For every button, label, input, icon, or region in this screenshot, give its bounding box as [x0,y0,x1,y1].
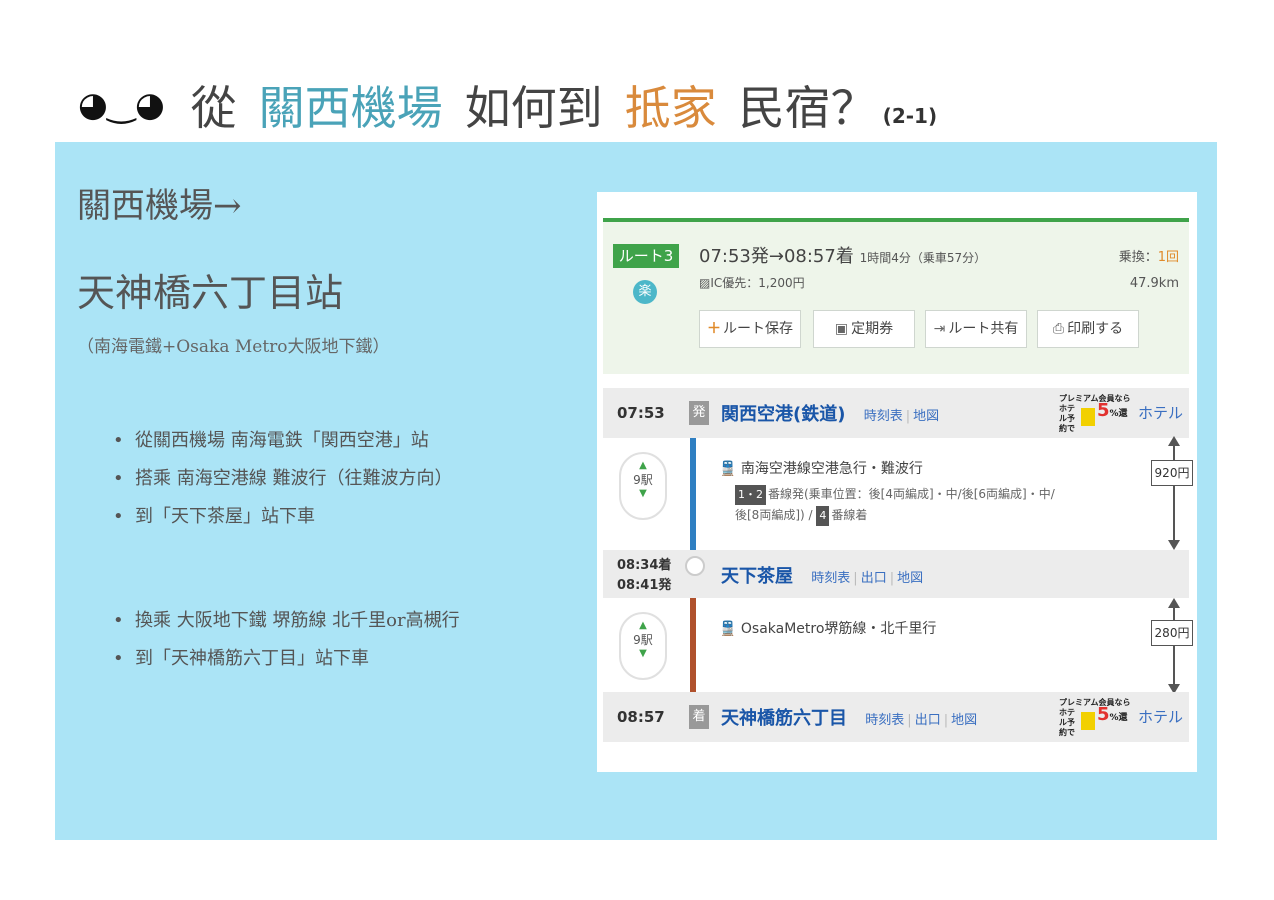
transfer-station-name[interactable]: 天下茶屋 [721,566,793,587]
transfer-depart-time: 08:41発 [617,578,672,593]
easy-icon: 楽 [633,280,657,304]
transfer-node-icon [685,556,705,576]
transfer-count: 乗換：1回 [1119,246,1179,265]
arrival-station-row: 08:57 着 天神橋筋六丁目 時刻表 | 出口 | 地図 プレミアム会員なら ホテル予… [603,692,1189,742]
fare-range-bar [1173,606,1175,686]
transfer-station: 天下茶屋 時刻表 | 出口 | 地図 [721,566,924,587]
chevron-down-icon: ▼ [639,648,647,659]
fare-value: 920円 [1151,460,1193,486]
title-part-from: 從 [190,81,237,135]
heading-origin: 關西機場→ [77,186,242,226]
plus-icon: ＋ [707,321,721,337]
hotel-link[interactable]: ホテル [1138,706,1183,727]
route-badge: ルート3 [613,244,679,268]
fare-value: 280円 [1151,620,1193,646]
exit-link[interactable]: 出口 [915,713,941,728]
stop-count-toggle[interactable]: ▲ 9駅 ▼ [619,452,667,520]
save-route-button[interactable]: ＋ルート保存 [699,310,801,348]
chevron-up-icon: ▲ [639,460,647,471]
instructions-list-2: 換乘 大阪地下鐵 堺筋線 北千里or高槻行 到「天神橋筋六丁目」站下車 [113,602,460,678]
emoticon-icon: ◕‿◕ [78,85,165,125]
arrival-time: 08:57 [617,708,665,726]
chevron-up-icon: ▲ [639,620,647,631]
premium-promo[interactable]: プレミアム会員なら ホテル予約で 5%還 [1059,698,1135,737]
slide-title: ◕‿◕ 從 關西機場 如何到 抵家 民宿？ (2-1) [78,70,937,140]
route-duration: 1時間4分（乗車57分） [859,251,987,265]
transfer-arrive-time: 08:34着 [617,558,672,573]
route-card: ルート3 楽 07:53発→08:57着 1時間4分（乗車57分） ▨IC優先：… [597,192,1197,772]
arrival-station: 天神橋筋六丁目 時刻表 | 出口 | 地図 [721,708,978,729]
departure-tag: 発 [689,401,709,425]
chevron-down-icon: ▼ [639,488,647,499]
premium-promo[interactable]: プレミアム会員なら ホテル予約で 5%還 [1059,394,1135,433]
title-part-arrive: 抵家 [624,81,717,135]
exit-link[interactable]: 出口 [861,571,887,586]
train-info: 🚆 OsakaMetro堺筋線・北千里行 [719,621,937,637]
share-icon: ⇥ [933,321,946,337]
fare-range-bar [1173,444,1175,542]
map-link[interactable]: 地図 [913,409,939,424]
map-link[interactable]: 地図 [951,713,977,728]
departure-station-name[interactable]: 関西空港(鉄道) [721,404,845,425]
transfer-value: 1回 [1157,250,1179,265]
title-part-how: 如何到 [464,81,603,135]
arrival-station-name[interactable]: 天神橋筋六丁目 [721,708,847,729]
title-number: (2-1) [882,104,938,128]
train-icon: 🚆 [719,621,737,637]
platform-info: 1・2 番線発(乗車位置：後[4両編成]・中/後[6両編成]・中/ 後[8両編成]… [735,484,1055,526]
timetable-link[interactable]: 時刻表 [864,409,903,424]
promo-logo-icon [1081,712,1095,730]
departure-time: 07:53 [617,404,665,422]
train-info: 🚆 南海空港線空港急行・難波行 [719,461,923,477]
departure-station: 関西空港(鉄道) 時刻表 | 地図 [721,404,940,425]
transfer-label: 乗換： [1118,250,1158,265]
list-item: 從關西機場 南海電鉄「関西空港」站 [113,422,452,460]
stop-count-toggle[interactable]: ▲ 9駅 ▼ [619,612,667,680]
ic-fare: ▨IC優先：1,200円 [699,276,805,290]
route-time-range: 07:53発→08:57着 [699,246,854,267]
list-item: 換乘 大阪地下鐵 堺筋線 北千里or高槻行 [113,602,460,640]
route-time: 07:53発→08:57着 1時間4分（乗車57分） [699,242,986,268]
list-item: 到「天下茶屋」站下車 [113,498,452,536]
arrival-tag: 着 [689,705,709,729]
fare-arrow-down-icon [1168,540,1180,550]
departure-station-row: 07:53 発 関西空港(鉄道) 時刻表 | 地図 プレミアム会員なら ホテル予約で… [603,388,1189,438]
title-part-inn: 民宿？ [738,81,877,135]
route-summary: ルート3 楽 07:53発→08:57着 1時間4分（乗車57分） ▨IC優先：… [603,218,1189,374]
commuter-pass-button[interactable]: ▣ 定期券 [813,310,915,348]
list-item: 到「天神橋筋六丁目」站下車 [113,640,460,678]
content-panel: 關西機場→ 天神橋六丁目站 （南海電鐵+Osaka Metro大阪地下鐵） 從關… [55,142,1217,840]
route-distance: 47.9km [1129,276,1179,291]
map-link[interactable]: 地図 [897,571,923,586]
timetable-link[interactable]: 時刻表 [865,713,904,728]
share-route-button[interactable]: ⇥ ルート共有 [925,310,1027,348]
heading-destination: 天神橋六丁目站 [77,271,344,315]
hotel-link[interactable]: ホテル [1138,402,1183,423]
train-icon: 🚆 [719,461,737,477]
title-part-kansai: 關西機場 [258,81,443,135]
heading-subtitle: （南海電鐵+Osaka Metro大阪地下鐵） [77,337,390,357]
pass-icon: ▣ [834,321,849,337]
nankai-line-bar [690,436,696,564]
list-item: 搭乘 南海空港線 難波行（往難波方向） [113,460,452,498]
promo-logo-icon [1081,408,1095,426]
timetable-link[interactable]: 時刻表 [811,571,850,586]
print-button[interactable]: ⎙ 印刷する [1037,310,1139,348]
printer-icon: ⎙ [1052,321,1065,337]
instructions-list-1: 從關西機場 南海電鉄「関西空港」站 搭乘 南海空港線 難波行（往難波方向） 到「… [113,422,452,536]
